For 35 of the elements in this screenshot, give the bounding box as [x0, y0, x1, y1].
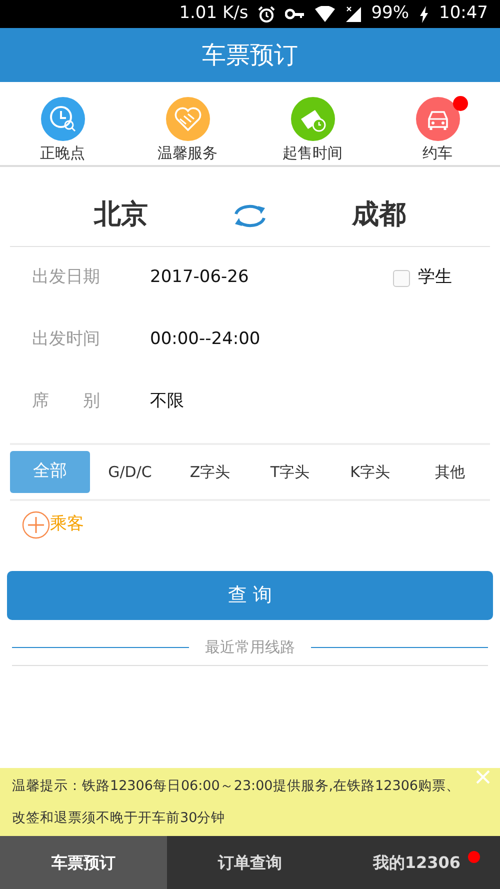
field-label: 席 别 — [32, 390, 101, 414]
train-type-tab[interactable]: G/D/C — [90, 451, 170, 493]
departure-city[interactable]: 北京 — [94, 199, 148, 230]
train-type-tab[interactable]: T字头 — [250, 451, 330, 493]
train-type-tab[interactable]: Z字头 — [170, 451, 250, 493]
wifi-icon — [315, 6, 336, 22]
field-value[interactable]: 2017-06-26 — [150, 265, 249, 291]
train-type-tab[interactable]: K字头 — [330, 451, 410, 493]
shortcut-button[interactable]: 正晚点 — [40, 96, 85, 161]
search-button[interactable]: 查 询 — [7, 571, 493, 620]
alarm-icon — [258, 6, 276, 22]
section-heading: 最近常用线路 — [205, 637, 295, 658]
network-speed: 1.01 K/s — [179, 2, 248, 26]
checkbox-label: 学生 — [418, 266, 452, 290]
shortcut-button[interactable]: 约车 — [416, 96, 460, 161]
swap-icon[interactable] — [232, 202, 268, 228]
close-icon[interactable] — [476, 770, 490, 784]
charging-icon — [419, 6, 429, 22]
student-checkbox[interactable] — [393, 270, 410, 286]
shortcut-button[interactable]: 温馨服务 — [158, 96, 218, 161]
key-icon — [285, 8, 306, 20]
field-value[interactable]: 00:00--24:00 — [150, 327, 260, 353]
battery-level: 99% — [371, 2, 409, 26]
field-value[interactable]: 不限 — [150, 389, 184, 415]
plus-icon — [22, 511, 50, 539]
field-label: 出发时间 — [32, 328, 101, 352]
field-label: 出发日期 — [32, 266, 101, 290]
notice-text: 温馨提示：铁路12306每日06:00～23:00提供服务,在铁路12306购票、改签和退票须不晚于开车前30分钟 — [12, 777, 461, 828]
arrival-city[interactable]: 成都 — [352, 199, 406, 230]
train-type-tab[interactable]: 其他 — [410, 451, 490, 493]
bottom-nav-tab[interactable]: 车票预订 — [0, 836, 167, 889]
signal-icon — [345, 6, 362, 22]
shortcut-button[interactable]: 起售时间 — [282, 96, 342, 161]
page-title: 车票预订 — [202, 40, 298, 71]
clock-time: 10:47 — [439, 2, 488, 26]
